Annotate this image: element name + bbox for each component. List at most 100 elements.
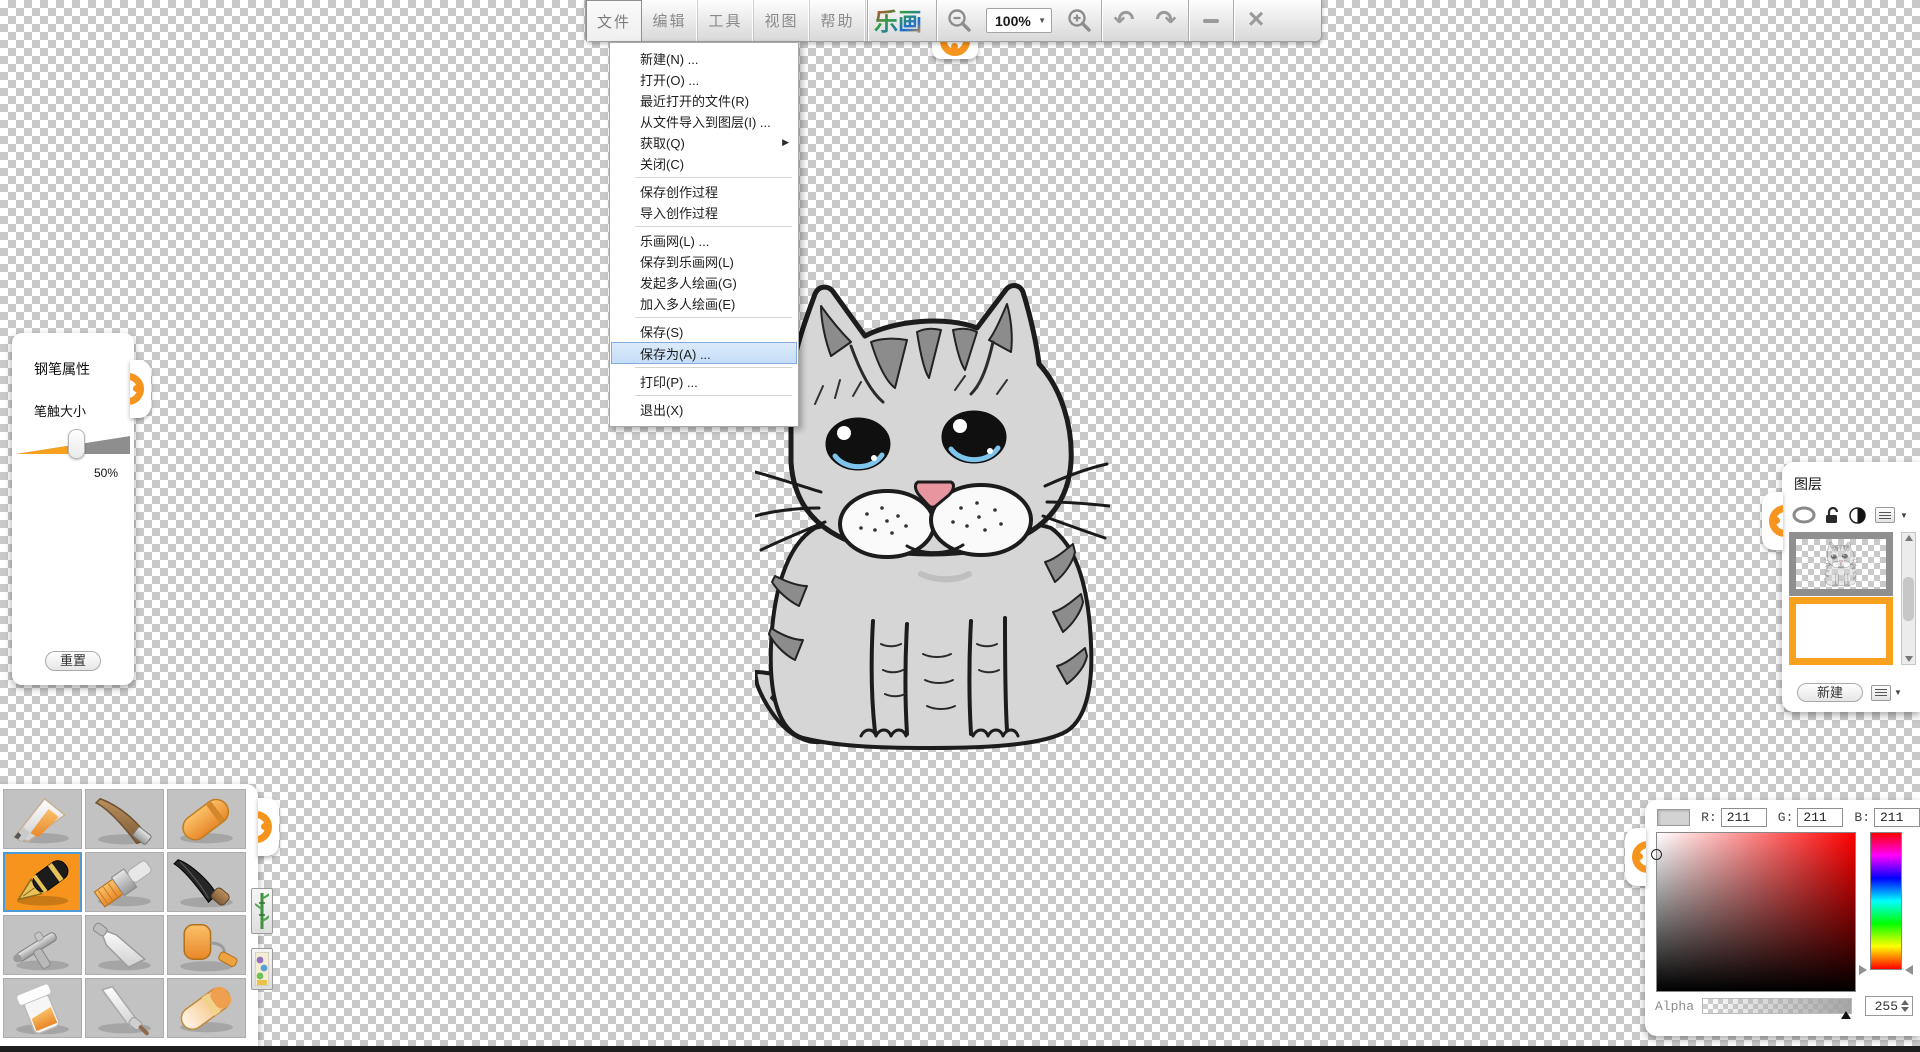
file-menu-item-import-to-layer[interactable]: 从文件导入到图层(I) ... [611,111,797,132]
zoom-out-button[interactable] [938,0,980,41]
zoom-out-icon [946,8,972,34]
alpha-slider[interactable] [1702,998,1852,1014]
menu-tools[interactable]: 工具 [698,0,754,41]
file-menu-item-close[interactable]: 关闭(C) [611,153,797,174]
zoom-in-button[interactable] [1058,0,1100,41]
file-menu-item-lehua-net[interactable]: 乐画网(L) ... [611,230,797,251]
menu-edit[interactable]: 编辑 [642,0,698,41]
file-menu-item-exit[interactable]: 退出(X) [611,399,797,420]
brush-tool-airbrush[interactable] [3,915,82,975]
wood-pencil-icon [86,790,163,848]
svg-text:乐画: 乐画 [874,9,922,36]
redo-button[interactable]: ↷ [1145,0,1187,41]
hue-marker-right-icon[interactable] [1905,965,1913,975]
slider-thumb[interactable] [68,429,85,459]
minimize-button[interactable] [1190,0,1232,41]
toolbar-divider [936,0,937,41]
brush-tool-paint-roller[interactable] [167,915,246,975]
brush-tool-paint-jar[interactable] [3,978,82,1038]
file-menu-item-join-multiplayer[interactable]: 加入多人绘画(E) [611,293,797,314]
brush-size-slider[interactable] [16,430,130,462]
scrollbar-thumb[interactable] [1903,577,1914,621]
hue-marker-left-icon[interactable] [1859,965,1867,975]
brush-panel-collapse-handle[interactable] [258,798,279,856]
pen-panel-collapse-handle[interactable] [130,360,151,418]
chevron-down-icon[interactable]: ▼ [1900,511,1908,520]
layers-panel-title: 图层 [1794,474,1920,494]
brush-tool-crayon[interactable] [167,789,246,849]
undo-button[interactable]: ↶ [1103,0,1145,41]
bamboo-icon [255,891,269,931]
alpha-spinner[interactable] [1865,996,1913,1016]
zoom-level-value: 100% [995,13,1031,29]
brush-tool-pastel[interactable] [167,978,246,1038]
minimize-icon [1203,19,1219,23]
g-input[interactable] [1797,808,1843,827]
menu-view[interactable]: 视图 [754,0,810,41]
orange-dot-icon [261,823,268,830]
file-menu-item-save-to-lehua[interactable]: 保存到乐画网(L) [611,251,797,272]
menu-separator [635,317,792,318]
brush-tool-palette-knife[interactable] [85,915,164,975]
brush-tool-ink-brush[interactable] [167,852,246,912]
reset-button[interactable]: 重置 [45,651,101,671]
brush-tool-wood-pencil[interactable] [85,789,164,849]
unlock-icon[interactable] [1825,507,1840,524]
brush-tool-fountain-pen[interactable] [3,852,82,912]
picture-stamp-icon [255,952,269,986]
pen-panel-title: 钢笔属性 [34,359,134,379]
file-menu-item-acquire[interactable]: 获取(Q) ▶ [611,132,797,153]
sv-marker-circle[interactable] [1651,849,1662,860]
close-button[interactable]: × [1235,0,1277,41]
b-input[interactable] [1874,808,1920,827]
scroll-down-icon[interactable] [1905,656,1913,662]
menu-help[interactable]: 帮助 [810,0,866,41]
saturation-value-picker[interactable] [1656,832,1856,992]
file-menu-item-new[interactable]: 新建(N) ... [611,48,797,69]
opacity-half-circle-icon[interactable] [1849,507,1866,524]
layer-thumbnail-checker [1796,539,1886,589]
picture-stamp-button[interactable] [251,948,273,990]
file-menu-item-save[interactable]: 保存(S) [611,321,797,342]
file-menu-item-recent[interactable]: 最近打开的文件(R) [611,90,797,111]
layer-item-background-selected[interactable] [1789,597,1893,665]
new-layer-button[interactable]: 新建 [1797,683,1863,702]
toolbar-collapse-handle[interactable] [932,42,978,59]
menu-file[interactable]: 文件 [586,0,642,41]
spin-down-icon[interactable] [1901,1007,1909,1012]
zoom-level-select[interactable]: 100% ▼ [986,8,1052,33]
file-menu-item-print[interactable]: 打印(P) ... [611,371,797,392]
brush-size-label: 笔触大小 [34,401,134,420]
file-menu-item-save-as[interactable]: 保存为(A) ... [611,342,797,364]
layer-item-transparent[interactable] [1789,532,1893,596]
brush-tool-flat-brush[interactable] [85,852,164,912]
hue-slider[interactable] [1870,832,1902,970]
chevron-down-icon[interactable]: ▼ [1894,688,1902,697]
orange-dot-icon [1773,517,1780,524]
layer-menu-icon[interactable] [1875,507,1895,523]
file-menu-item-import-process[interactable]: 导入创作过程 [611,202,797,223]
alpha-input[interactable] [1866,999,1898,1014]
file-menu-item-start-multiplayer[interactable]: 发起多人绘画(G) [611,272,797,293]
orange-dot-icon [133,385,140,392]
layers-panel-collapse-handle[interactable] [1762,492,1783,550]
spin-up-icon[interactable] [1901,1000,1909,1005]
app-logo: 乐画 [869,0,935,41]
bamboo-stamp-button[interactable] [251,888,273,934]
brush-tool-fine-brush[interactable] [85,978,164,1038]
spinner-arrows[interactable] [1901,1000,1909,1012]
alpha-marker-icon[interactable] [1841,1011,1851,1019]
file-menu-item-open[interactable]: 打开(O) ... [611,69,797,90]
brush-tool-pencil[interactable] [3,789,82,849]
r-input[interactable] [1721,808,1767,827]
visibility-eye-icon[interactable] [1792,506,1816,524]
scroll-up-icon[interactable] [1905,535,1913,541]
brush-palette-panel [0,784,258,1052]
color-panel-collapse-handle[interactable] [1625,828,1646,886]
file-menu-item-save-process[interactable]: 保存创作过程 [611,181,797,202]
layer-options-menu-icon[interactable] [1871,685,1891,701]
paint-jar-icon [4,979,81,1037]
layer-scrollbar[interactable] [1901,532,1916,665]
ink-brush-icon [168,853,245,911]
zoom-in-icon [1066,8,1092,34]
